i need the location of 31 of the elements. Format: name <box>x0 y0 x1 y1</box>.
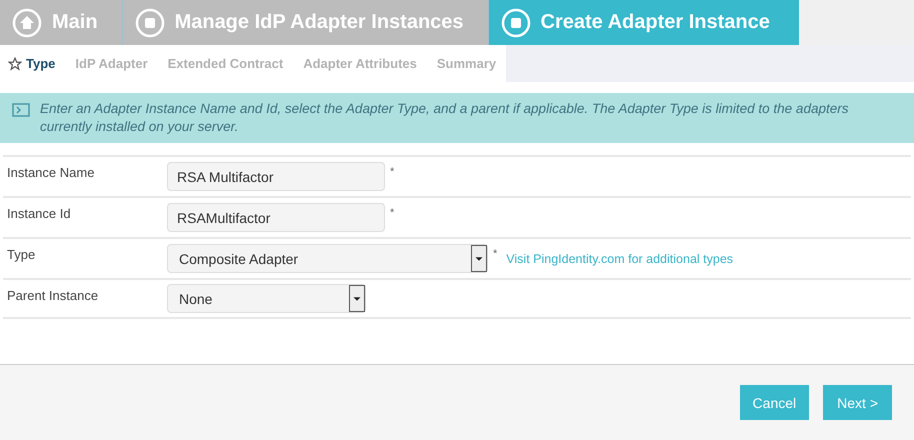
wizard-tab[interactable]: IdP Adapter <box>75 56 148 71</box>
text-field[interactable]: RSAMultifactor <box>167 203 385 232</box>
text-field[interactable]: RSA Multifactor <box>167 162 385 191</box>
select-field[interactable]: Composite Adapter <box>167 244 488 273</box>
wizard-tab[interactable]: Summary <box>436 56 496 71</box>
stop-icon <box>134 8 165 38</box>
wizard-tab[interactable]: Adapter Attributes <box>303 56 417 71</box>
select-field[interactable]: None <box>167 284 366 313</box>
breadcrumb-item[interactable]: Manage IdP Adapter Instances <box>122 0 489 45</box>
field-label: Type <box>6 247 36 262</box>
breadcrumb-label: Create Adapter Instance <box>540 11 770 34</box>
home-icon <box>12 8 42 38</box>
stop-icon <box>500 8 531 38</box>
breadcrumb-label: Manage IdP Adapter Instances <box>174 11 464 34</box>
cancel-button[interactable]: Cancel <box>740 385 810 420</box>
breadcrumb-item[interactable]: Main <box>0 0 123 45</box>
wizard-tab[interactable]: Extended Contract <box>168 56 284 71</box>
breadcrumb-item[interactable]: Create Adapter Instance <box>488 0 799 45</box>
required-asterisk: * <box>390 166 394 178</box>
info-text: Enter an Adapter Instance Name and Id, select the Adapter Type, and a parent if applicable. The Adapter Type is limited to the adapters currently installed on your server. <box>40 100 850 136</box>
next-button[interactable]: Next > <box>823 385 892 420</box>
breadcrumb-label: Main <box>52 11 98 34</box>
wizard-tab[interactable]: Type <box>8 56 56 71</box>
star-icon <box>8 56 22 70</box>
field-label: Instance Name <box>6 165 96 180</box>
required-asterisk: * <box>493 248 498 260</box>
field-label: Instance Id <box>6 206 72 221</box>
field-label: Parent Instance <box>6 288 100 303</box>
required-asterisk: * <box>390 207 394 219</box>
info-icon <box>12 103 30 117</box>
types-link[interactable]: Visit PingIdentity.com for additional types <box>506 252 734 266</box>
